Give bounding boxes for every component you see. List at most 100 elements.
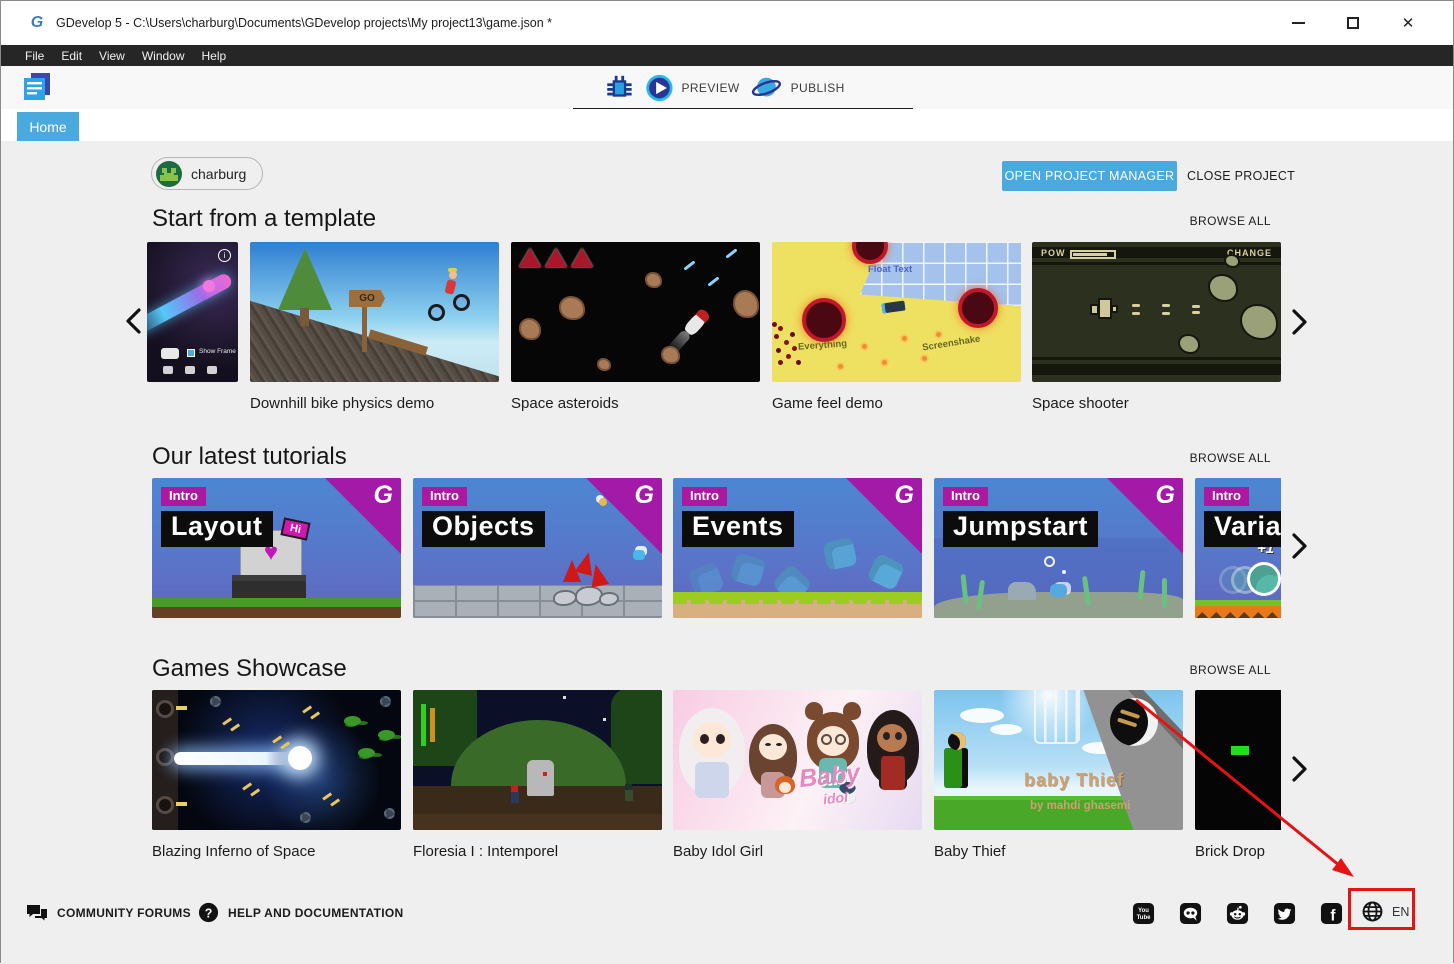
template-card-downhill[interactable]: GO Downhill bike physics demo [250,242,499,412]
gdevelop-corner-logo: G [374,481,393,510]
tutorial-card-art-variables: +1 G Intro Variab [1195,478,1281,618]
info-icon: i [218,249,231,262]
gdevelop-corner-logo: G [635,481,654,510]
showcase-card-label: Baby Idol Girl [673,843,922,860]
babyidol-art-subtitle: idol [822,789,848,808]
showcase-card-blazing[interactable]: Blazing Inferno of Space [152,690,401,860]
tutorial-card-variables[interactable]: +1 G Intro Variab [1195,478,1281,618]
showcase-card-label: Floresia I : Intemporel [413,843,662,860]
carousel-left-arrow[interactable] [123,307,143,335]
tabbar: Home [1,109,1453,141]
tutorial-card-events[interactable]: G Intro Events [673,478,922,618]
showcase-card-label: Baby Thief [934,843,1183,860]
tutorial-tag: Intro [422,487,467,506]
reddit-icon[interactable] [1226,902,1249,925]
tutorial-card-jumpstart[interactable]: G Intro Jumpstart [934,478,1183,618]
help-icon: ? [197,901,220,924]
close-project-button[interactable]: CLOSE PROJECT [1187,161,1295,191]
window-title: GDevelop 5 - C:\Users\charburg\Documents… [56,16,552,30]
home-page: charburg OPEN PROJECT MANAGER CLOSE PROJ… [1,141,1453,964]
tutorials-right-arrow[interactable] [1290,532,1310,560]
globe-icon [1360,899,1385,924]
community-forums-label: COMMUNITY FORUMS [57,906,191,920]
template-card-gamefeel[interactable]: Float Text Everything Screenshake Game f… [772,242,1021,412]
tutorial-tag: Intro [161,487,206,506]
tutorials-carousel: G ♥ Hi Intro Layout [152,478,1281,618]
help-documentation-label: HELP AND DOCUMENTATION [228,906,404,920]
showcase-card-art-blazing [152,690,401,830]
showcase-card-babythief[interactable]: baby Thief by mahdi ghasemi Baby Thief [934,690,1183,860]
svg-text:?: ? [205,906,213,920]
project-manager-icon [19,70,55,106]
tutorial-card-art-jumpstart: G Intro Jumpstart [934,478,1183,618]
showcase-card-art-babythief: baby Thief by mahdi ghasemi [934,690,1183,830]
everything-label: Everything [798,338,848,352]
template-card-art-downhill: GO [250,242,499,382]
template-card-asteroids[interactable]: Space asteroids [511,242,760,412]
gdevelop-logo-icon: G [28,14,46,32]
facebook-icon[interactable]: f [1320,902,1343,925]
tutorial-card-layout[interactable]: G ♥ Hi Intro Layout [152,478,401,618]
show-frame-label: Show Frame [199,348,236,355]
template-card-art-spaceshooter: POW CHANGE [1032,242,1281,382]
gdevelop-window: G GDevelop 5 - C:\Users\charburg\Documen… [0,0,1454,963]
close-icon: ✕ [1402,14,1415,32]
maximize-button[interactable] [1342,12,1364,34]
showcase-card-brickdrop[interactable]: Brick Drop [1195,690,1281,860]
user-chip[interactable]: charburg [151,157,263,190]
browse-all-templates[interactable]: BROWSE ALL [1141,214,1271,228]
community-forums-link[interactable]: COMMUNITY FORUMS [25,901,191,925]
planet-icon [750,73,784,103]
help-documentation-link[interactable]: ? HELP AND DOCUMENTATION [197,901,404,924]
twitter-icon[interactable] [1273,902,1296,925]
section-title-templates: Start from a template [152,205,376,233]
menu-view[interactable]: View [99,49,125,63]
publish-button[interactable]: PUBLISH [750,73,845,103]
minimize-button[interactable] [1287,12,1309,34]
section-title-showcase: Games Showcase [152,655,347,683]
float-text-label: Float Text [868,264,912,275]
babythief-art-title: baby Thief [1024,770,1124,791]
maximize-icon [1347,17,1359,29]
tutorial-title: Variab [1204,511,1281,547]
menu-help[interactable]: Help [202,49,227,63]
tab-home[interactable]: Home [17,112,79,141]
tutorial-tag: Intro [943,487,988,506]
open-project-manager-button[interactable]: OPEN PROJECT MANAGER [1002,161,1177,191]
debug-button[interactable] [604,73,634,103]
toolbar: PREVIEW PUBLISH [1,66,1453,109]
showcase-card-floresia[interactable]: Floresia I : Intemporel [413,690,662,860]
toolbar-center: PREVIEW PUBLISH [604,66,844,109]
preview-label: PREVIEW [681,81,739,95]
youtube-icon[interactable]: You Tube [1132,902,1155,925]
tutorial-tag: Intro [1204,487,1249,506]
close-button[interactable]: ✕ [1397,12,1419,34]
minimize-icon [1292,22,1305,24]
tutorial-card-objects[interactable]: G Intro Objects [413,478,662,618]
showcase-card-label: Blazing Inferno of Space [152,843,401,860]
language-button[interactable]: EN [1360,899,1409,924]
template-card-art-asteroids [511,242,760,382]
browse-all-tutorials[interactable]: BROWSE ALL [1141,451,1271,465]
template-card-partial[interactable]: i Show Frame [147,242,238,382]
babythief-art-credit: by mahdi ghasemi [1030,800,1130,812]
showcase-right-arrow[interactable] [1290,755,1310,783]
preview-button[interactable]: PREVIEW [644,73,739,103]
tutorial-title: Events [682,511,794,547]
svg-text:You: You [1138,908,1149,914]
showcase-card-art-floresia [413,690,662,830]
templates-right-arrow[interactable] [1290,308,1310,336]
showcase-card-babyidol[interactable]: Baby idol Baby Idol Girl [673,690,922,860]
section-title-tutorials: Our latest tutorials [152,443,347,471]
template-card-spaceshooter[interactable]: POW CHANGE Space shooter [1032,242,1281,412]
menu-file[interactable]: File [25,49,44,63]
tutorial-title: Objects [422,511,545,547]
tutorial-card-art-events: G Intro Events [673,478,922,618]
browse-all-showcase[interactable]: BROWSE ALL [1141,663,1271,677]
language-label: EN [1392,905,1409,919]
menu-window[interactable]: Window [142,49,185,63]
menu-edit[interactable]: Edit [61,49,82,63]
discord-icon[interactable] [1179,902,1202,925]
project-manager-button[interactable] [19,70,55,106]
play-icon [644,73,674,103]
